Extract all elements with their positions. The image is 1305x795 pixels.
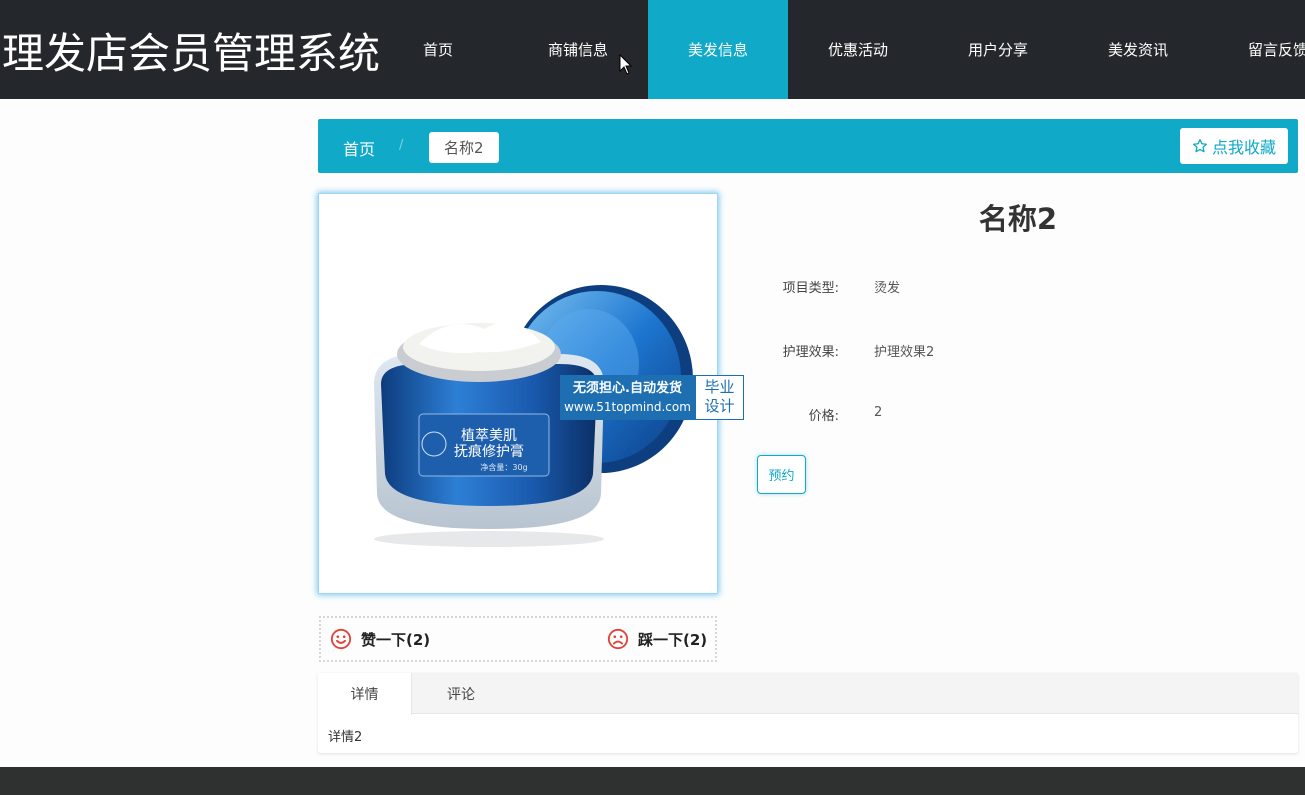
frown-icon	[607, 628, 629, 650]
nav-item-promotions[interactable]: 优惠活动	[788, 0, 928, 99]
info-value: 2	[874, 405, 883, 420]
tab-details[interactable]: 详情	[318, 673, 412, 715]
tab-content-details: 详情2	[328, 730, 363, 745]
favorite-button[interactable]: 点我收藏	[1179, 128, 1288, 164]
watermark-tag: 毕业 设计	[695, 375, 744, 420]
watermark-tag-line2: 设计	[704, 397, 735, 415]
tab-comments[interactable]: 评论	[414, 673, 508, 714]
breadcrumb-current: 名称2	[429, 132, 499, 163]
breadcrumb-separator: /	[399, 138, 404, 153]
vote-box: 赞一下(2) 踩一下(2)	[319, 616, 717, 662]
detail-tabs: 详情 评论 详情2	[318, 673, 1298, 753]
info-value: 烫发	[874, 281, 901, 296]
nav-item-home[interactable]: 首页	[368, 0, 508, 99]
product-title: 名称2	[978, 202, 1058, 236]
like-label: 赞一下(2)	[361, 630, 431, 649]
star-outline-icon	[1192, 139, 1207, 153]
breadcrumb: 首页 / 名称2 点我收藏	[318, 119, 1298, 173]
nav-item-feedback[interactable]: 留言反馈	[1208, 0, 1305, 99]
nav-item-hair-news[interactable]: 美发资讯	[1068, 0, 1208, 99]
watermark-badge: 无须担心.自动发货 www.51topmind.com 毕业 设计	[560, 375, 744, 420]
top-header: 理发店会员管理系统 首页 商铺信息 美发信息 优惠活动 用户分享 美发资讯 留言…	[0, 0, 1305, 99]
dislike-label: 踩一下(2)	[638, 630, 708, 649]
label-text-3: 净含量：30g	[480, 462, 527, 472]
info-label: 价格:	[808, 409, 839, 424]
main-nav: 首页 商铺信息 美发信息 优惠活动 用户分享 美发资讯 留言反馈	[368, 0, 1305, 99]
watermark-text-block: 无须担心.自动发货 www.51topmind.com	[560, 375, 695, 420]
tab-bar: 详情 评论	[318, 673, 1298, 715]
like-button[interactable]: 赞一下(2)	[330, 628, 430, 650]
dislike-button[interactable]: 踩一下(2)	[607, 628, 707, 650]
info-row-price: 价格: 2	[738, 405, 1238, 425]
info-label: 护理效果:	[782, 345, 839, 360]
label-text-2: 抚痕修护膏	[454, 443, 524, 460]
watermark-line1: 无须担心.自动发货	[573, 381, 682, 396]
info-value: 护理效果2	[874, 345, 935, 360]
info-label: 项目类型:	[782, 281, 839, 296]
smile-icon	[330, 628, 352, 650]
watermark-line2: www.51topmind.com	[564, 400, 691, 414]
nav-item-shop-info[interactable]: 商铺信息	[508, 0, 648, 99]
book-button[interactable]: 预约	[757, 455, 806, 494]
nav-item-user-share[interactable]: 用户分享	[928, 0, 1068, 99]
nav-item-hair-info[interactable]: 美发信息	[648, 0, 788, 99]
watermark-tag-line1: 毕业	[704, 378, 735, 396]
mouse-cursor-icon	[619, 54, 633, 75]
favorite-label: 点我收藏	[1211, 138, 1276, 157]
info-row-type: 项目类型: 烫发	[738, 277, 1238, 297]
page-footer	[0, 767, 1305, 795]
info-row-effect: 护理效果: 护理效果2	[738, 341, 1238, 361]
label-text-1: 植萃美肌	[461, 428, 517, 444]
breadcrumb-home-link[interactable]: 首页	[343, 136, 375, 160]
site-title: 理发店会员管理系统	[2, 29, 381, 78]
